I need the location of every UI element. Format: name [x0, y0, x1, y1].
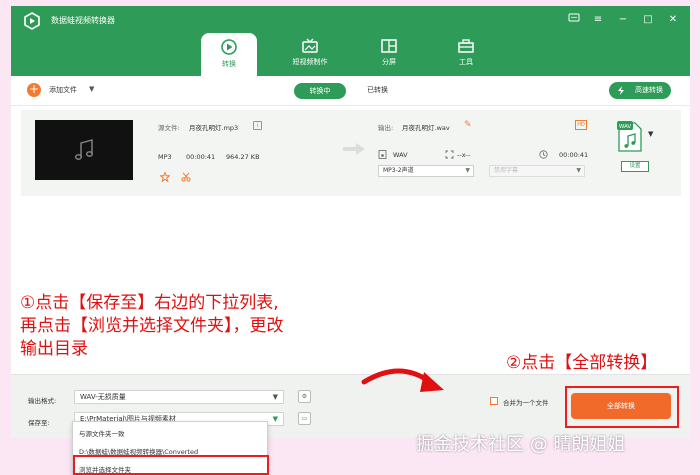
source-label: 源文件:: [158, 124, 180, 132]
fast-convert-label: 高速转换: [635, 86, 663, 94]
tab-converted[interactable]: 已转换: [367, 85, 388, 95]
annotation-line: 输出目录: [20, 339, 88, 359]
audio-track-value: MP3-2声道: [383, 167, 414, 174]
scissors-icon[interactable]: [181, 172, 191, 182]
tab-label: 短视频制作: [292, 58, 328, 66]
lightning-icon: [618, 86, 624, 95]
chevron-down-icon: ▼: [465, 167, 470, 174]
annotation-step2: ②点击【全部转换】: [506, 353, 658, 373]
save-to-label: 保存至:: [28, 419, 50, 427]
add-file-button[interactable]: 添加文件: [49, 85, 77, 95]
resize-icon: [445, 150, 454, 159]
merge-checkbox[interactable]: [490, 397, 498, 405]
subtitle-value: 禁用字幕: [494, 167, 519, 174]
settings-button[interactable]: 设置: [621, 161, 649, 172]
output-duration: 00:00:41: [559, 151, 589, 159]
tab-convert[interactable]: 转换: [201, 33, 257, 77]
minimize-icon[interactable]: −: [616, 13, 630, 27]
chevron-down-icon: ▼: [272, 393, 278, 401]
tab-tools[interactable]: 工具: [438, 33, 494, 76]
fast-convert-button[interactable]: 高速转换: [609, 82, 671, 99]
effect-star-icon[interactable]: [160, 172, 170, 182]
audio-file-icon: [378, 150, 387, 159]
output-resolution: --x--: [457, 151, 471, 159]
wav-format-icon[interactable]: WAV: [616, 120, 644, 154]
output-format: WAV: [393, 151, 408, 159]
edit-icon[interactable]: ✎: [464, 120, 472, 130]
tab-split-screen[interactable]: 分屏: [361, 33, 417, 76]
source-size: 964.27 KB: [226, 153, 260, 161]
arrow-right-icon: [343, 143, 365, 155]
tab-converting[interactable]: 转换中: [294, 83, 346, 99]
close-icon[interactable]: ✕: [666, 13, 680, 27]
watermark: 掘金技术社区 @ 晴朗姐姐: [416, 434, 626, 455]
split-screen-icon: [381, 39, 397, 53]
output-format-label: 输出格式:: [28, 397, 57, 405]
tab-label: 分屏: [382, 58, 396, 66]
subtitle-select[interactable]: 禁用字幕 ▼: [489, 165, 585, 177]
file-row: 源文件: 月夜孔明灯.mp3 i MP3 00:00:41 964.27 KB …: [21, 110, 681, 196]
add-file-dropdown-icon[interactable]: ▼: [89, 85, 94, 93]
highlight-box-browse: [73, 455, 269, 475]
source-filename: 月夜孔明灯.mp3: [189, 124, 239, 132]
tab-label: 工具: [459, 58, 473, 66]
curved-arrow-icon: [361, 368, 444, 392]
annotation-line: 再点击【浏览并选择文件夹】，更改: [20, 316, 284, 336]
music-note-icon: [75, 139, 93, 160]
menu-icon[interactable]: ≡: [591, 13, 605, 27]
title-bar: 数据蛙视频转换器 ≡ − □ ✕ 转换 短视频制作 分屏 工具: [11, 6, 690, 77]
add-file-icon[interactable]: +: [27, 83, 41, 97]
thumbnail[interactable]: [35, 120, 133, 180]
hd-icon[interactable]: HD: [575, 120, 587, 130]
open-folder-icon[interactable]: ▭: [298, 412, 311, 425]
app-logo-icon: [24, 12, 40, 30]
format-dropdown-icon[interactable]: ▼: [648, 130, 653, 138]
video-icon: [302, 38, 318, 53]
format-settings-icon[interactable]: ⚙: [298, 390, 311, 403]
info-icon[interactable]: i: [253, 121, 262, 130]
audio-track-select[interactable]: MP3-2声道 ▼: [378, 165, 474, 177]
tab-label: 转换: [222, 60, 236, 68]
annotation-step1: ①点击【保存至】右边的下拉列表, 再点击【浏览并选择文件夹】，更改 输出目录: [20, 292, 284, 361]
tab-short-video[interactable]: 短视频制作: [282, 33, 338, 76]
maximize-icon[interactable]: □: [641, 13, 655, 27]
toolbox-icon: [458, 39, 474, 53]
clock-icon: [539, 150, 548, 159]
dropdown-item-same-as-source[interactable]: 与源文件夹一致: [79, 428, 125, 438]
save-to-dropdown-icon[interactable]: ▼: [273, 413, 278, 425]
output-format-select[interactable]: WAV-无损质量 ▼: [74, 390, 284, 404]
output-label: 输出:: [378, 124, 394, 132]
app-title: 数据蛙视频转换器: [51, 16, 115, 25]
highlight-box-convert-all: [565, 386, 679, 428]
feedback-icon[interactable]: [567, 13, 581, 27]
output-filename: 月夜孔明灯.wav: [402, 124, 450, 132]
merge-label: 合并为一个文件: [503, 399, 549, 407]
wav-badge-text: WAV: [619, 124, 632, 130]
annotation-line: ①点击【保存至】右边的下拉列表,: [20, 293, 279, 313]
output-format-value: WAV-无损质量: [80, 393, 126, 401]
source-duration: 00:00:41: [186, 153, 216, 161]
chevron-down-icon: ▼: [576, 167, 581, 174]
source-format: MP3: [158, 153, 172, 161]
toolbar: + 添加文件 ▼ 转换中 已转换 高速转换: [11, 76, 690, 106]
convert-icon: [221, 39, 237, 55]
